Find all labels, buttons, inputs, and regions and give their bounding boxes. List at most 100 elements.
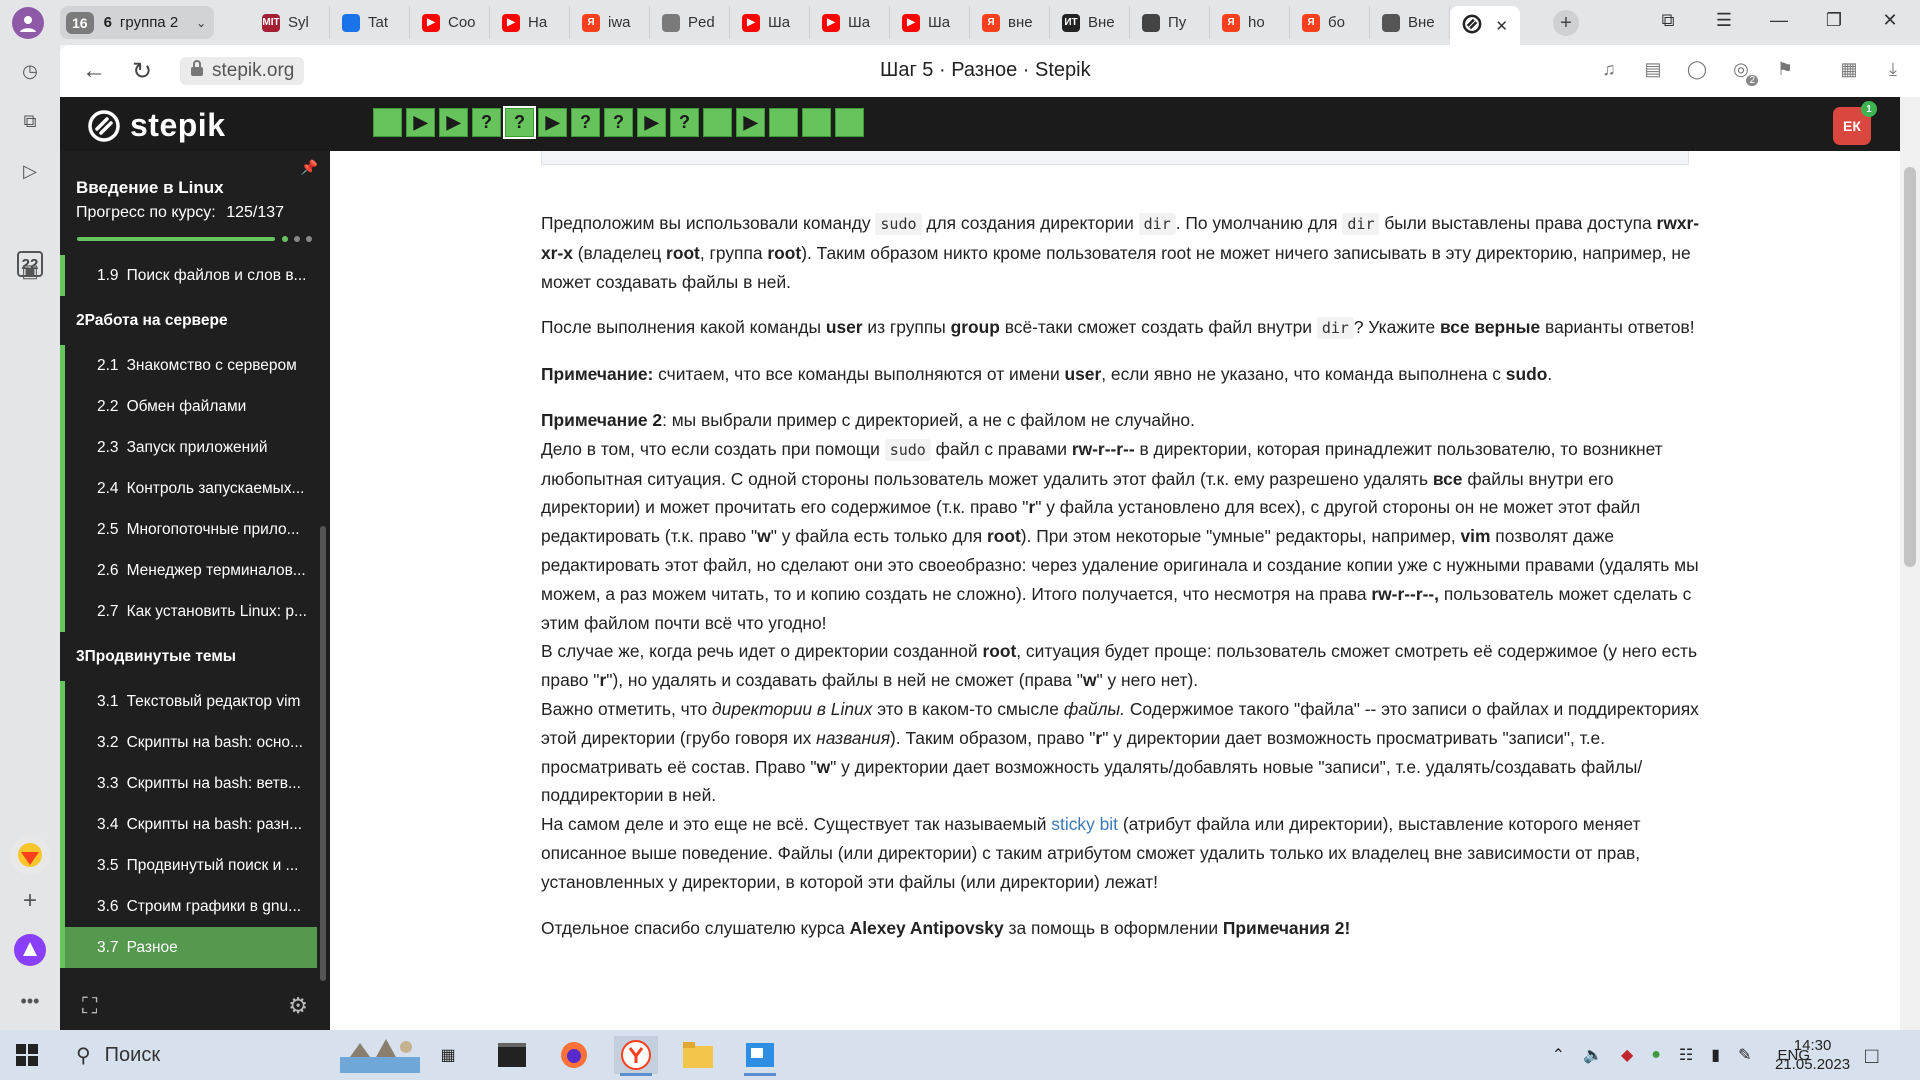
protect-icon[interactable]: ◎ 2 bbox=[1730, 58, 1758, 86]
market-app-icon[interactable] bbox=[10, 835, 50, 875]
browser-tab[interactable]: ▶ Ша bbox=[810, 6, 890, 39]
lesson-item[interactable]: 2.5 Многопоточные прило... bbox=[60, 509, 317, 550]
lesson-item[interactable]: 2.3 Запуск приложений bbox=[60, 427, 317, 468]
sidebar-scrollbar[interactable] bbox=[320, 526, 326, 981]
step-button[interactable]: ? bbox=[670, 108, 699, 137]
lesson-item[interactable]: 3.5 Продвинутый поиск и ... bbox=[60, 845, 317, 886]
browser-tab[interactable]: Ped bbox=[650, 6, 730, 39]
new-tab-button[interactable]: + bbox=[1553, 10, 1579, 36]
lesson-item[interactable]: 1.9 Поиск файлов и слов в... bbox=[60, 255, 317, 296]
back-button[interactable]: ← bbox=[82, 57, 106, 85]
close-window-button[interactable]: ✕ bbox=[1878, 10, 1902, 31]
step-button[interactable]: ▶ bbox=[439, 108, 468, 137]
profile-icon[interactable] bbox=[12, 7, 44, 39]
chevron-up-icon[interactable]: ⌃ bbox=[1552, 1045, 1565, 1065]
step-button[interactable]: ▶ bbox=[406, 108, 435, 137]
browser-tab[interactable]: ▶ Coo bbox=[410, 6, 490, 39]
browser-tab[interactable]: ИТ Вне bbox=[1050, 6, 1130, 39]
browser-tab[interactable]: Вне bbox=[1370, 6, 1450, 39]
tab-group[interactable]: 16 6 группа 2 ⌄ bbox=[60, 6, 215, 39]
headphones-icon[interactable]: ♫ bbox=[1598, 58, 1620, 80]
step-button[interactable] bbox=[835, 108, 864, 137]
firefox-icon[interactable] bbox=[552, 1036, 596, 1074]
windows-start-icon[interactable] bbox=[16, 1044, 38, 1071]
reload-button[interactable]: ↻ bbox=[132, 57, 152, 86]
clock[interactable]: 14:30 21.05.2023 bbox=[1775, 1036, 1850, 1074]
bookmark-icon[interactable]: ⚑ bbox=[1774, 58, 1796, 80]
lesson-item[interactable]: 2.2 Обмен файлами bbox=[60, 386, 317, 427]
restore-button[interactable]: ❐ bbox=[1822, 10, 1846, 31]
step-button[interactable]: ▶ bbox=[736, 108, 765, 137]
page-scrollbar-thumb[interactable] bbox=[1904, 167, 1916, 567]
browser-tab[interactable]: Явне bbox=[970, 6, 1050, 39]
course-title[interactable]: Введение в Linux bbox=[76, 178, 224, 198]
fullscreen-icon[interactable]: ⛶ bbox=[82, 993, 97, 1019]
reader-mode-icon[interactable]: ▤ bbox=[1642, 58, 1664, 80]
lesson-item[interactable]: 2.7 Как установить Linux: р... bbox=[60, 591, 317, 632]
step-button[interactable]: ? bbox=[604, 108, 633, 137]
history-icon[interactable]: ◷ bbox=[17, 58, 43, 84]
avatar[interactable]: ЕК 1 bbox=[1833, 101, 1877, 145]
sticky-bit-link[interactable]: sticky bit bbox=[1051, 814, 1118, 834]
tabs-manager-icon[interactable]: ⧉ bbox=[1656, 10, 1680, 31]
lesson-item[interactable]: 2.1 Знакомство с сервером bbox=[60, 345, 317, 386]
lesson-item[interactable]: 3.2 Скрипты на bash: осно... bbox=[60, 722, 317, 763]
url-field[interactable]: stepik.org bbox=[180, 57, 305, 85]
lesson-item[interactable]: 3.1 Текстовый редактор vim bbox=[60, 681, 317, 722]
yandex-browser-icon[interactable] bbox=[614, 1036, 658, 1076]
browser-tab[interactable]: ▶ Ha bbox=[490, 6, 570, 39]
browser-tab[interactable]: MIT Syl bbox=[250, 6, 330, 39]
lesson-item-active[interactable]: 3.7 Разное bbox=[60, 927, 317, 968]
section-header[interactable]: 3 Продвинутые темы bbox=[60, 632, 317, 681]
active-tab[interactable]: ✕ bbox=[1450, 6, 1520, 45]
page-scrollbar[interactable] bbox=[1900, 97, 1920, 1030]
step-button[interactable] bbox=[373, 108, 402, 137]
chrome-tray-icon[interactable]: ● bbox=[1651, 1046, 1661, 1064]
browser-tab[interactable]: ▶ Ша bbox=[890, 6, 970, 39]
task-view-icon[interactable]: ▦ bbox=[426, 1036, 470, 1074]
step-button[interactable]: ▶ bbox=[637, 108, 666, 137]
lesson-item[interactable]: 2.6 Менеджер терминалов... bbox=[60, 550, 317, 591]
translate-icon[interactable]: ◯ bbox=[1686, 58, 1708, 80]
browser-tab[interactable]: Яho bbox=[1210, 6, 1290, 39]
step-button[interactable]: ? bbox=[571, 108, 600, 137]
lesson-item[interactable]: 2.4 Контроль запускаемых... bbox=[60, 468, 317, 509]
screenshot-icon[interactable]: ▣ bbox=[17, 258, 43, 284]
stepik-logo[interactable]: stepik bbox=[88, 107, 225, 144]
minimize-button[interactable]: — bbox=[1767, 10, 1791, 31]
step-button[interactable] bbox=[802, 108, 831, 137]
lesson-item[interactable]: 3.6 Строим графики в gnu... bbox=[60, 886, 317, 927]
volume-icon[interactable]: 🔈 bbox=[1583, 1045, 1603, 1065]
settings-gear-icon[interactable]: ⚙ bbox=[288, 993, 308, 1019]
step-button[interactable]: ▶ bbox=[538, 108, 567, 137]
browser-tab[interactable]: ▶ Ша bbox=[730, 6, 810, 39]
lesson-item[interactable]: 3.4 Скрипты на bash: разн... bbox=[60, 804, 317, 845]
browser-tab[interactable]: Яiwa bbox=[570, 6, 650, 39]
add-panel-icon[interactable]: + bbox=[17, 887, 43, 914]
browser-tab[interactable]: Пу bbox=[1130, 6, 1210, 39]
browser-tab[interactable]: Tat bbox=[330, 6, 410, 39]
pin-icon[interactable]: 📌 bbox=[301, 159, 318, 176]
file-explorer-icon[interactable] bbox=[676, 1036, 720, 1074]
download-icon[interactable]: ⤓ bbox=[1882, 58, 1904, 80]
collections-button-icon[interactable]: ▦ bbox=[1838, 58, 1860, 80]
alice-icon[interactable] bbox=[10, 930, 50, 970]
close-tab-icon[interactable]: ✕ bbox=[1495, 17, 1508, 35]
battery-icon[interactable]: ▮ bbox=[1711, 1045, 1720, 1065]
screen-recorder-icon[interactable] bbox=[738, 1036, 782, 1076]
app-tray-icon[interactable]: ◆ bbox=[1621, 1045, 1633, 1065]
step-button[interactable] bbox=[703, 108, 732, 137]
lesson-item[interactable]: 3.3 Скрипты на bash: ветв... bbox=[60, 763, 317, 804]
step-button[interactable] bbox=[769, 108, 798, 137]
step-current[interactable]: ? bbox=[503, 106, 536, 139]
network-icon[interactable]: ☷ bbox=[1679, 1045, 1693, 1065]
chevron-down-icon[interactable]: ⌄ bbox=[196, 16, 206, 30]
pen-icon[interactable]: ✎ bbox=[1738, 1045, 1751, 1065]
section-header[interactable]: 2 Работа на сервере bbox=[60, 296, 317, 345]
step-button[interactable]: ? bbox=[472, 108, 501, 137]
browser-tab[interactable]: Ябо bbox=[1290, 6, 1370, 39]
collections-icon[interactable]: ⧉ bbox=[17, 108, 43, 134]
more-icon[interactable]: ••• bbox=[17, 988, 43, 1014]
menu-icon[interactable]: ☰ bbox=[1712, 10, 1736, 31]
notifications-icon[interactable]: □ bbox=[1865, 1043, 1878, 1069]
